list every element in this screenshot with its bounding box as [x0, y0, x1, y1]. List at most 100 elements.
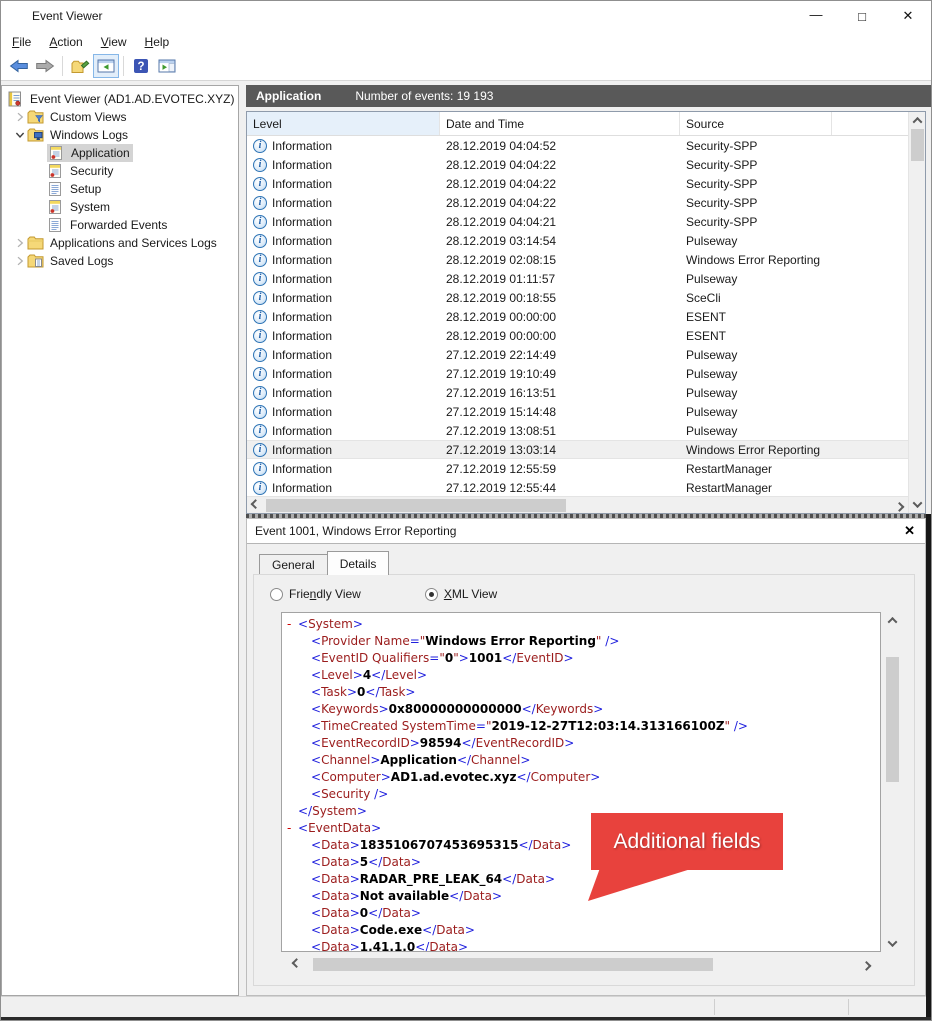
xml-line: <Keywords>0x80000000000000</Keywords> [284, 701, 880, 718]
event-row[interactable]: iInformation28.12.2019 00:00:00ESENT [247, 307, 908, 326]
event-row[interactable]: iInformation27.12.2019 12:55:59RestartMa… [247, 459, 908, 478]
status-bar-separator [714, 999, 715, 1015]
level-cell: iInformation [247, 405, 440, 419]
event-row[interactable]: iInformation28.12.2019 04:04:22Security-… [247, 193, 908, 212]
console-tree-icon[interactable] [93, 54, 119, 78]
xml-vertical-scrollbar[interactable] [883, 612, 902, 952]
level-cell: iInformation [247, 481, 440, 495]
scroll-up-icon[interactable] [909, 112, 926, 129]
event-row[interactable]: iInformation27.12.2019 13:03:14Windows E… [247, 440, 908, 459]
sidebar-item-system[interactable]: System [2, 198, 238, 216]
scroll-up-icon[interactable] [884, 612, 901, 629]
xml-line: -<EventData> [284, 820, 880, 837]
collapse-marker[interactable]: - [284, 616, 298, 633]
information-icon: i [253, 424, 267, 438]
scrollbar-thumb[interactable] [911, 129, 924, 161]
level-text: Information [272, 234, 332, 248]
event-row[interactable]: iInformation27.12.2019 16:13:51Pulseway [247, 383, 908, 402]
sidebar-item-custom-views[interactable]: Custom Views [2, 108, 238, 126]
collapse-marker[interactable]: - [284, 820, 298, 837]
radio-selected-icon[interactable] [425, 588, 438, 601]
scrollbar-thumb[interactable] [886, 657, 899, 782]
scroll-right-icon[interactable] [858, 956, 875, 973]
close-button[interactable]: ✕ [885, 1, 931, 31]
date-cell: 27.12.2019 13:08:51 [440, 424, 680, 438]
log-title: Application [256, 89, 321, 103]
sidebar-item-label: Custom Views [48, 110, 128, 124]
forward-arrow-icon[interactable] [32, 54, 58, 78]
xml-line: <Data>0</Data> [284, 905, 880, 922]
event-row[interactable]: iInformation28.12.2019 00:18:55SceCli [247, 288, 908, 307]
scrollbar-thumb[interactable] [266, 499, 566, 512]
sidebar-item-applications-and-services-logs[interactable]: Applications and Services Logs [2, 234, 238, 252]
expand-icon[interactable] [13, 112, 27, 122]
help-icon[interactable]: ? [128, 54, 154, 78]
level-cell: iInformation [247, 177, 440, 191]
event-row[interactable]: iInformation27.12.2019 22:14:49Pulseway [247, 345, 908, 364]
tab-details[interactable]: Details [327, 551, 390, 575]
preview-close-icon[interactable]: ✕ [904, 523, 915, 539]
xml-line: <Provider Name="Windows Error Reporting"… [284, 633, 880, 650]
scrollbar-thumb[interactable] [313, 958, 713, 971]
table-vertical-scrollbar[interactable] [908, 112, 925, 513]
action-pane-icon[interactable] [154, 54, 180, 78]
event-row[interactable]: iInformation28.12.2019 04:04:22Security-… [247, 174, 908, 193]
column-header-filler [832, 112, 908, 135]
source-cell: ESENT [680, 310, 908, 324]
column-header-date[interactable]: Date and Time [440, 112, 680, 135]
minimize-button[interactable]: — [793, 1, 839, 31]
collapse-icon[interactable] [13, 130, 27, 140]
sidebar-item-event-viewer-ad1-ad-evotec-xyz[interactable]: Event Viewer (AD1.AD.EVOTEC.XYZ) [2, 90, 238, 108]
sidebar-item-forwarded-events[interactable]: Forwarded Events [2, 216, 238, 234]
event-row[interactable]: iInformation28.12.2019 00:00:00ESENT [247, 326, 908, 345]
scroll-right-icon[interactable] [891, 497, 908, 514]
event-row[interactable]: iInformation27.12.2019 15:14:48Pulseway [247, 402, 908, 421]
column-header-level[interactable]: Level [247, 112, 440, 135]
level-cell: iInformation [247, 348, 440, 362]
xml-horizontal-scrollbar[interactable] [288, 956, 875, 972]
menu-file[interactable]: File [3, 33, 40, 51]
table-horizontal-scrollbar[interactable] [247, 496, 908, 513]
sidebar-item-setup[interactable]: Setup [2, 180, 238, 198]
event-row[interactable]: iInformation27.12.2019 12:55:44RestartMa… [247, 478, 908, 496]
radio-xml-view[interactable]: XML View [425, 587, 497, 601]
scroll-down-icon[interactable] [909, 496, 926, 513]
menu-view[interactable]: View [92, 33, 136, 51]
level-text: Information [272, 158, 332, 172]
level-cell: iInformation [247, 253, 440, 267]
event-viewer-icon [7, 91, 24, 107]
source-cell: Windows Error Reporting [680, 253, 908, 267]
event-row[interactable]: iInformation28.12.2019 03:14:54Pulseway [247, 231, 908, 250]
sidebar-item-saved-logs[interactable]: Saved Logs [2, 252, 238, 270]
log-icon [47, 199, 64, 215]
event-row[interactable]: iInformation28.12.2019 02:08:15Windows E… [247, 250, 908, 269]
event-row[interactable]: iInformation28.12.2019 01:11:57Pulseway [247, 269, 908, 288]
sidebar-item-windows-logs[interactable]: Windows Logs [2, 126, 238, 144]
expand-icon[interactable] [13, 256, 27, 266]
expand-icon[interactable] [13, 238, 27, 248]
tab-general[interactable]: General [259, 554, 328, 575]
scroll-left-icon[interactable] [288, 956, 305, 973]
radio-friendly-view[interactable]: Friendly View [270, 587, 361, 601]
scroll-left-icon[interactable] [247, 497, 264, 514]
level-cell: iInformation [247, 158, 440, 172]
event-row[interactable]: iInformation28.12.2019 04:04:52Security-… [247, 136, 908, 155]
event-row[interactable]: iInformation27.12.2019 13:08:51Pulseway [247, 421, 908, 440]
back-arrow-icon[interactable] [6, 54, 32, 78]
menu-action[interactable]: Action [40, 33, 91, 51]
event-row[interactable]: iInformation28.12.2019 04:04:21Security-… [247, 212, 908, 231]
menu-bar: FileActionViewHelp [1, 31, 931, 52]
menu-help[interactable]: Help [136, 33, 179, 51]
log-icon [47, 163, 64, 179]
column-header-source[interactable]: Source [680, 112, 832, 135]
open-saved-log-icon[interactable] [67, 54, 93, 78]
scroll-down-icon[interactable] [884, 935, 901, 952]
sidebar-item-security[interactable]: Security [2, 162, 238, 180]
sidebar-item-application[interactable]: Application [2, 144, 238, 162]
event-row[interactable]: iInformation28.12.2019 04:04:22Security-… [247, 155, 908, 174]
source-cell: Pulseway [680, 234, 908, 248]
radio-icon[interactable] [270, 588, 283, 601]
event-row[interactable]: iInformation27.12.2019 19:10:49Pulseway [247, 364, 908, 383]
xml-line: -<System> [284, 616, 880, 633]
maximize-button[interactable]: □ [839, 1, 885, 31]
